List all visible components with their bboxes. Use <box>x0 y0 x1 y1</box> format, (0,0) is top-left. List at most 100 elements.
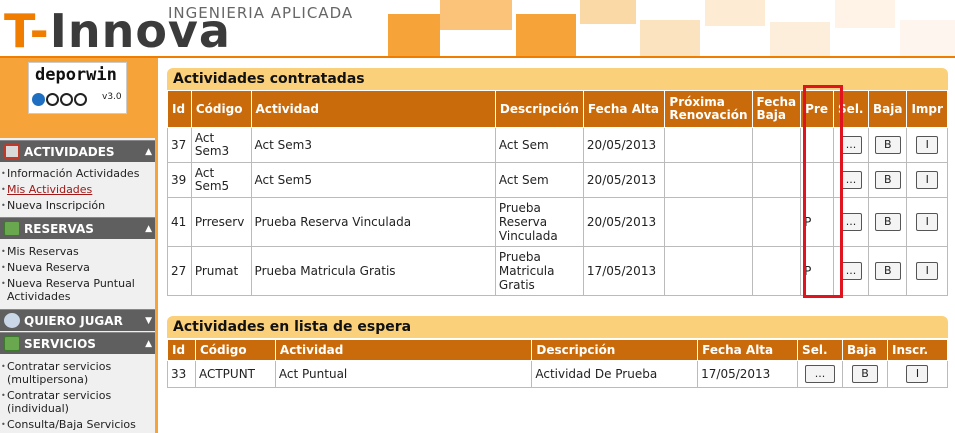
cell-fecha-alta: 17/05/2013 <box>582 246 666 296</box>
baja-button[interactable]: B <box>874 171 901 189</box>
cell-fecha-baja <box>751 197 802 247</box>
print-button[interactable]: I <box>916 171 939 189</box>
cell-renovacion <box>664 162 753 198</box>
pre-column-highlight <box>803 85 843 298</box>
brand-dots <box>32 93 88 109</box>
cell-fecha-alta: 20/05/2013 <box>582 197 666 247</box>
sidebar-border <box>155 58 158 433</box>
decor-square <box>640 20 700 56</box>
cell-fecha-alta: 20/05/2013 <box>582 162 666 198</box>
print-button[interactable]: I <box>916 262 939 280</box>
col-actividad: Actividad <box>250 90 496 128</box>
sidebar-brand-area: deporwin v3.0 <box>0 58 158 138</box>
header: T-Innova INGENIERIA APLICADA <box>0 0 955 58</box>
sidebar-item-nueva-reserva[interactable]: Nueva Reserva <box>1 261 157 274</box>
sidebar-item-consulta-baja[interactable]: Consulta/Baja Servicios <box>1 418 157 431</box>
section-actividades[interactable]: ACTIVIDADES ▲ <box>0 140 158 162</box>
print-button[interactable]: I <box>916 213 939 231</box>
section-title: QUIERO JUGAR <box>24 314 123 328</box>
cell-fecha-baja <box>751 127 802 163</box>
sidebar-item-informacion[interactable]: Información Actividades <box>1 167 157 180</box>
cell-id: 39 <box>167 162 192 198</box>
cell-fecha-alta: 20/05/2013 <box>582 127 666 163</box>
waitlist-table: Id Código Actividad Descripción Fecha Al… <box>167 339 949 388</box>
col-id: Id <box>167 339 196 361</box>
decor-square <box>900 20 955 56</box>
col-codigo: Código <box>190 90 252 128</box>
cell-renovacion <box>664 197 753 247</box>
cell-id: 27 <box>167 246 192 296</box>
inscribe-button[interactable]: I <box>906 365 929 383</box>
baja-button[interactable]: B <box>874 136 901 154</box>
select-button[interactable]: ... <box>840 171 862 189</box>
select-button[interactable]: ... <box>805 365 836 383</box>
cell-renovacion <box>664 127 753 163</box>
baja-button[interactable]: B <box>852 365 878 383</box>
cell-actividad: Act Sem3 <box>250 127 496 163</box>
col-fecha-alta: Fecha Alta <box>697 339 799 361</box>
cell-actividad: Act Sem5 <box>250 162 496 198</box>
collapse-arrow-icon: ▲ <box>145 147 152 157</box>
select-button[interactable]: ... <box>840 262 862 280</box>
section-title: SERVICIOS <box>24 337 96 351</box>
cell-impr: I <box>906 246 948 296</box>
decor-square <box>516 14 576 56</box>
brand-version: v3.0 <box>102 92 122 102</box>
cell-baja: B <box>867 127 908 163</box>
cell-codigo: Prumat <box>190 246 252 296</box>
col-codigo: Código <box>194 339 276 361</box>
col-id: Id <box>167 90 192 128</box>
sidebar-item-nueva-inscripcion[interactable]: Nueva Inscripción <box>1 199 157 212</box>
cell-descripcion: Actividad De Prueba <box>531 360 699 388</box>
court-icon <box>4 221 20 236</box>
collapse-arrow-icon: ▲ <box>145 339 152 349</box>
magnifier-icon <box>4 313 20 328</box>
col-inscr: Inscr. <box>886 339 949 361</box>
collapse-arrow-icon: ▲ <box>145 224 152 234</box>
deporwin-logo: deporwin v3.0 <box>28 62 127 114</box>
sidebar-item-mis-actividades[interactable]: Mis Actividades <box>1 183 157 196</box>
section-reservas[interactable]: RESERVAS ▲ <box>0 217 158 239</box>
col-descripcion: Descripción <box>531 339 699 361</box>
col-proxima-renovacion: Próxima Renovación <box>664 90 753 128</box>
sidebar-item-mis-reservas[interactable]: Mis Reservas <box>1 245 157 258</box>
cell-baja: B <box>867 197 908 247</box>
section-servicios[interactable]: SERVICIOS ▲ <box>0 332 158 354</box>
sidebar-item-contratar-individual[interactable]: Contratar servicios (individual) <box>1 389 157 415</box>
sidebar-item-contratar-multipersona[interactable]: Contratar servicios (multipersona) <box>1 360 157 386</box>
cell-descripcion: Prueba Reserva Vinculada <box>494 197 584 247</box>
cell-descripcion: Act Sem <box>494 162 584 198</box>
decor-square <box>770 22 830 56</box>
cell-actividad: Prueba Reserva Vinculada <box>250 197 496 247</box>
cell-id: 33 <box>167 360 196 388</box>
decor-square <box>388 14 440 56</box>
decor-square <box>440 0 512 30</box>
cell-id: 41 <box>167 197 192 247</box>
logo-subtitle: INGENIERIA APLICADA <box>168 4 354 22</box>
col-actividad: Actividad <box>274 339 533 361</box>
baja-button[interactable]: B <box>874 213 901 231</box>
panel-title-lista-espera: Actividades en lista de espera <box>167 316 948 338</box>
cell-fecha-alta: 17/05/2013 <box>697 360 799 388</box>
cell-actividad: Act Puntual <box>274 360 533 388</box>
cell-sel: ... <box>797 360 844 388</box>
col-descripcion: Descripción <box>494 90 584 128</box>
cell-codigo: Act Sem5 <box>190 162 252 198</box>
cell-descripcion: Prueba Matricula Gratis <box>494 246 584 296</box>
table-row: 33 ACTPUNT Act Puntual Actividad De Prue… <box>167 360 949 388</box>
calendar-icon <box>4 144 20 159</box>
sidebar-item-nueva-reserva-puntual[interactable]: Nueva Reserva Puntual Actividades <box>1 277 157 303</box>
cell-impr: I <box>906 197 948 247</box>
col-baja: Baja <box>842 339 888 361</box>
baja-button[interactable]: B <box>874 262 901 280</box>
section-quiero-jugar[interactable]: QUIERO JUGAR ▼ <box>0 309 158 331</box>
select-button[interactable]: ... <box>840 136 862 154</box>
cell-fecha-baja <box>751 246 802 296</box>
print-button[interactable]: I <box>916 136 939 154</box>
section-title: RESERVAS <box>24 222 94 236</box>
cell-inscr: I <box>886 360 949 388</box>
decor-square <box>705 0 765 26</box>
select-button[interactable]: ... <box>840 213 862 231</box>
cell-baja: B <box>842 360 888 388</box>
col-fecha-alta: Fecha Alta <box>582 90 666 128</box>
